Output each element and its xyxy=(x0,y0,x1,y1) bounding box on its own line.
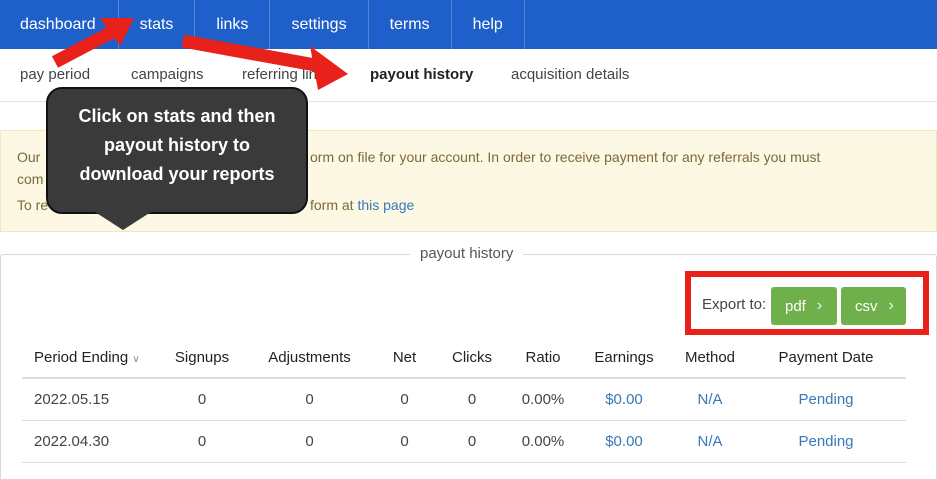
nav-help[interactable]: help xyxy=(452,0,525,49)
table-row: 2022.04.30 0 0 0 0 0.00% $0.00 N/A Pendi… xyxy=(22,420,906,463)
notice-line-2: com xyxy=(17,171,44,187)
col-period-ending-label: Period Ending xyxy=(34,349,129,366)
sort-down-icon: ∨ xyxy=(132,354,140,365)
cell-method[interactable]: N/A xyxy=(674,378,746,421)
nav-stats[interactable]: stats xyxy=(119,0,196,49)
cell-earnings[interactable]: $0.00 xyxy=(574,420,674,463)
cell-period-ending: 2022.05.15 xyxy=(22,378,162,421)
cell-ratio: 0.00% xyxy=(512,420,574,463)
tab-campaigns[interactable]: campaigns xyxy=(131,66,204,83)
nav-terms[interactable]: terms xyxy=(369,0,452,49)
tab-referring-links[interactable]: referring links xyxy=(242,66,332,83)
csv-label: csv xyxy=(855,297,878,315)
callout-line-3: download your reports xyxy=(79,164,275,184)
notice-form-text: form at xyxy=(310,197,354,213)
callout-line-2: payout history to xyxy=(103,135,250,155)
col-payment-date[interactable]: Payment Date xyxy=(746,338,906,379)
panel-title: payout history xyxy=(410,245,524,262)
table-header-row: Period Ending ∨ Signups Adjustments Net … xyxy=(22,338,906,379)
chevron-right-icon: › xyxy=(888,297,894,314)
pdf-label: pdf xyxy=(785,297,806,315)
export-pdf-button[interactable]: pdf › xyxy=(771,287,837,325)
cell-clicks: 0 xyxy=(432,420,512,463)
top-nav: dashboard stats links settings terms hel… xyxy=(0,0,937,49)
this-page-link[interactable]: this page xyxy=(357,197,414,213)
cell-net: 0 xyxy=(377,378,432,421)
tab-payout-history[interactable]: payout history xyxy=(370,66,473,83)
cell-net: 0 xyxy=(377,420,432,463)
notice-line-1-start: Our xyxy=(17,149,41,165)
col-ratio[interactable]: Ratio xyxy=(512,338,574,379)
export-csv-button[interactable]: csv › xyxy=(841,287,906,325)
col-earnings[interactable]: Earnings xyxy=(574,338,674,379)
notice-line-1-end: orm on file for your account. In order t… xyxy=(310,149,821,165)
cell-adjustments: 0 xyxy=(242,420,377,463)
callout-tail xyxy=(95,212,151,230)
nav-settings[interactable]: settings xyxy=(270,0,369,49)
cell-method[interactable]: N/A xyxy=(674,420,746,463)
notice-line-3-start: To re xyxy=(17,197,49,213)
cell-payment-date[interactable]: Pending xyxy=(746,378,906,421)
notice-line-3-mid: form at this page xyxy=(310,197,414,213)
callout-line-1: Click on stats and then xyxy=(78,106,276,126)
tab-acquisition-details[interactable]: acquisition details xyxy=(511,66,629,83)
col-method[interactable]: Method xyxy=(674,338,746,379)
export-label: Export to: xyxy=(702,296,767,313)
payout-table: Period Ending ∨ Signups Adjustments Net … xyxy=(22,338,906,463)
cell-clicks: 0 xyxy=(432,378,512,421)
instruction-callout: Click on stats and then payout history t… xyxy=(46,87,308,214)
col-clicks[interactable]: Clicks xyxy=(432,338,512,379)
cell-earnings[interactable]: $0.00 xyxy=(574,378,674,421)
nav-links[interactable]: links xyxy=(195,0,271,49)
cell-signups: 0 xyxy=(162,378,242,421)
table-row: 2022.05.15 0 0 0 0 0.00% $0.00 N/A Pendi… xyxy=(22,378,906,421)
cell-ratio: 0.00% xyxy=(512,378,574,421)
nav-dashboard[interactable]: dashboard xyxy=(0,0,119,49)
col-signups[interactable]: Signups xyxy=(162,338,242,379)
cell-adjustments: 0 xyxy=(242,378,377,421)
chevron-right-icon: › xyxy=(816,297,823,314)
col-net[interactable]: Net xyxy=(377,338,432,379)
tab-pay-period[interactable]: pay period xyxy=(20,66,90,83)
col-adjustments[interactable]: Adjustments xyxy=(242,338,377,379)
cell-period-ending: 2022.04.30 xyxy=(22,420,162,463)
col-period-ending[interactable]: Period Ending ∨ xyxy=(22,338,162,379)
cell-signups: 0 xyxy=(162,420,242,463)
cell-payment-date[interactable]: Pending xyxy=(746,420,906,463)
